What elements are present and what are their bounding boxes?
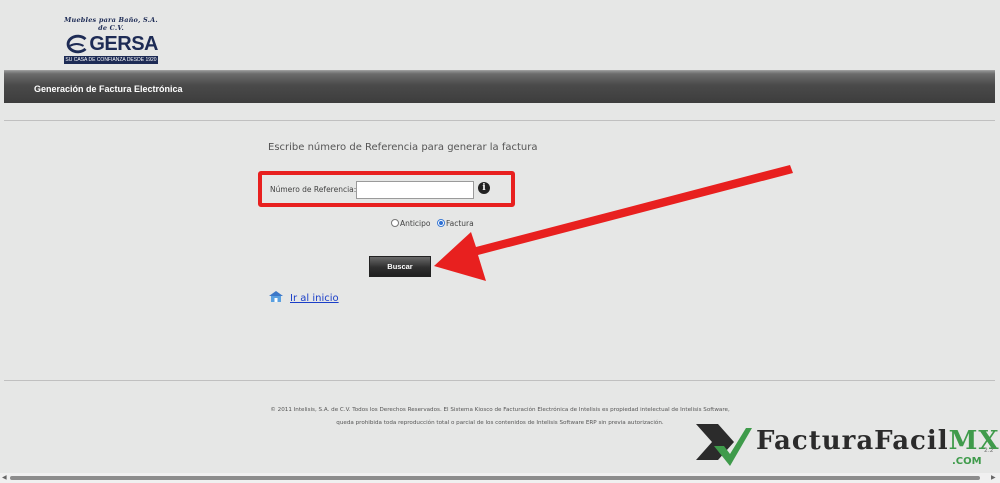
facturafacil-watermark: FacturaFacilMX .COM: [694, 420, 999, 472]
scroll-left-icon[interactable]: ◀: [2, 474, 7, 481]
home-icon[interactable]: [268, 290, 284, 303]
home-link[interactable]: Ir al inicio: [290, 293, 339, 304]
horizontal-scrollbar[interactable]: ◀ ▶: [0, 473, 1000, 483]
footer-line-1: © 2011 Intelisis, S.A. de C.V. Todos los…: [270, 407, 730, 413]
bottom-divider: [4, 380, 995, 381]
watermark-suffix: .COM: [952, 456, 982, 467]
scroll-right-icon[interactable]: ▶: [991, 474, 996, 481]
facturafacil-logo-icon: [696, 424, 752, 466]
scrollbar-thumb[interactable]: [10, 476, 980, 480]
watermark-name: FacturaFacil: [756, 426, 949, 456]
version-label: 2.2: [984, 447, 994, 454]
